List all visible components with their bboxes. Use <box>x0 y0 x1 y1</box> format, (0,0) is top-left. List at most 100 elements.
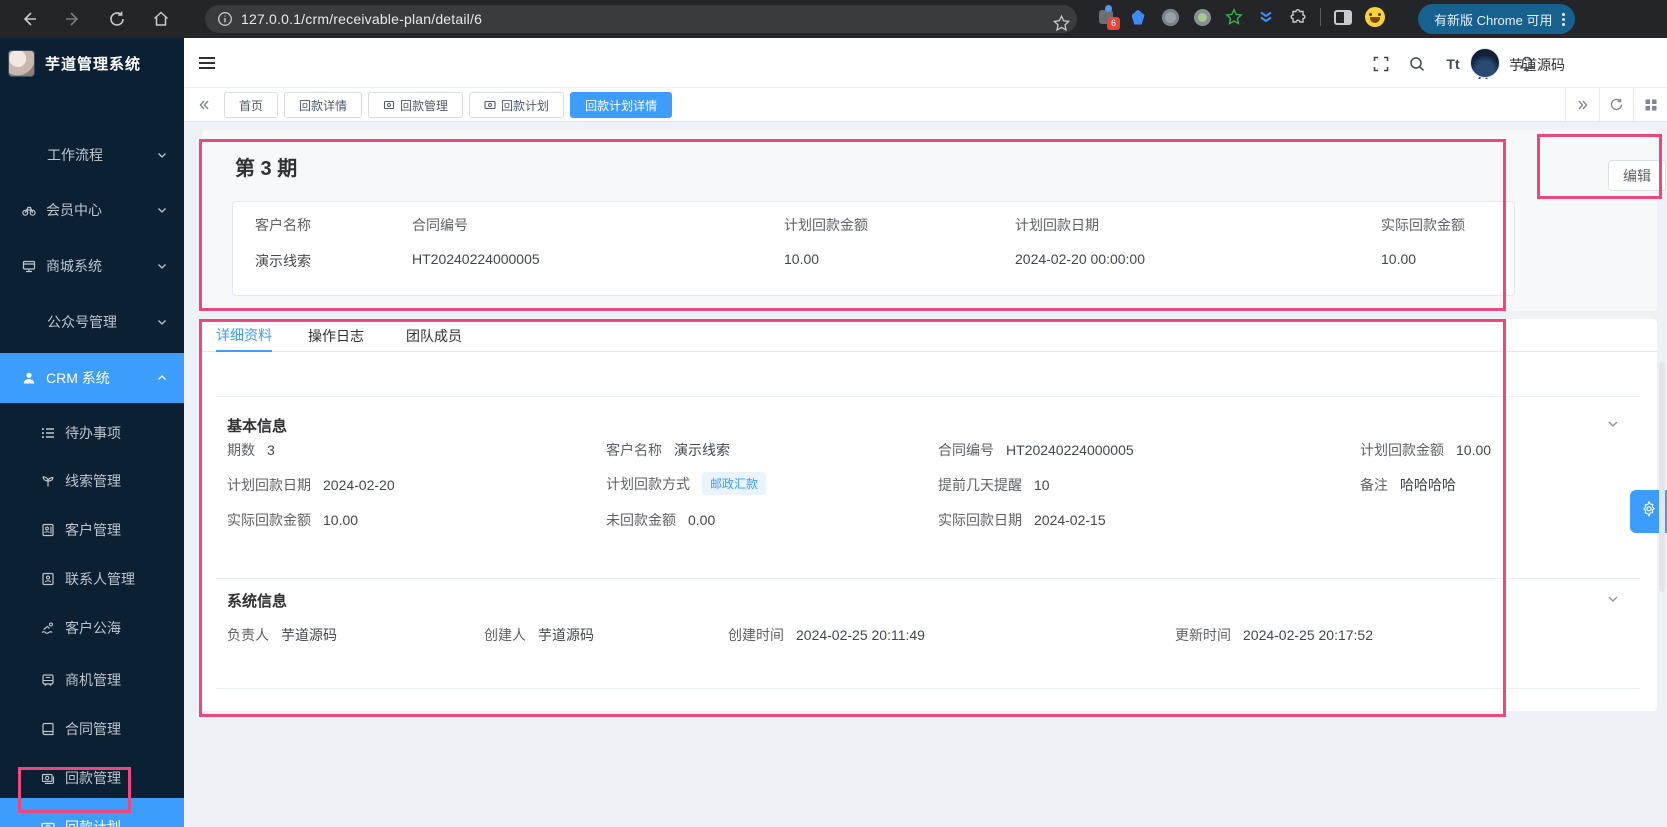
sidebar-item-member-center[interactable]: 会员中心 <box>0 188 184 232</box>
sidebar-item-customers[interactable]: 客户管理 <box>0 508 184 552</box>
payment-method-badge: 邮政汇款 <box>702 472 767 495</box>
sidebar-item-leads[interactable]: 线索管理 <box>0 459 184 503</box>
customer-book-icon <box>40 522 56 538</box>
basic-info-heading: 基本信息 <box>227 418 288 435</box>
menu-collapse-icon[interactable] <box>197 53 217 73</box>
collapse-chevron-down-icon[interactable] <box>1606 592 1620 606</box>
section-divider <box>216 578 1640 579</box>
tags-scroll-left-icon[interactable] <box>188 88 220 121</box>
todo-list-icon <box>40 425 56 441</box>
sidebar-item-public-pool[interactable]: 客户公海 <box>0 606 184 650</box>
extension-wheel-icon[interactable] <box>1160 7 1180 27</box>
sidebar-item-crm-system[interactable]: CRM 系统 <box>0 353 184 403</box>
tab-team-members[interactable]: 团队成员 <box>406 319 462 352</box>
summary-fields-box: 客户名称 演示线索 合同编号 HT20240224000005 计划回款金额 1… <box>232 201 1515 296</box>
bus-icon <box>40 672 56 688</box>
username[interactable]: 芋道源码 <box>1509 55 1565 75</box>
field-unpaid-amount: 未回款金额 0.00 <box>606 512 716 528</box>
tag-receivable-manage[interactable]: 回款管理 <box>368 92 464 118</box>
refresh-page-icon[interactable] <box>1599 88 1633 121</box>
page-title: 第 3 期 <box>235 158 298 180</box>
sidebar-item-receivables[interactable]: 回款管理 <box>0 756 184 800</box>
chrome-update-pill[interactable]: 有新版 Chrome 可用 <box>1418 4 1576 34</box>
summary-planned-amount: 计划回款金额 10.00 <box>784 217 868 267</box>
collapse-chevron-down-icon[interactable] <box>1606 417 1620 431</box>
browser-home-icon[interactable] <box>146 4 176 34</box>
field-payment-method: 计划回款方式 邮政汇款 <box>606 472 767 495</box>
address-bar[interactable]: 127.0.0.1/crm/receivable-plan/detail/6 <box>205 5 1077 33</box>
sidebar: 芋道管理系统 工作流程 会员中心 商城系统 公众号管理 CRM 系统 待办事项 … <box>0 38 184 827</box>
sidebar-item-official-account[interactable]: 公众号管理 <box>0 300 184 344</box>
money-receive-icon <box>383 99 395 111</box>
extensions-puzzle-icon[interactable] <box>1288 7 1308 27</box>
extension-balloon-icon[interactable] <box>1128 7 1148 27</box>
app-header: Tt 文A 芋道源码 <box>184 38 1667 88</box>
app-title: 芋道管理系统 <box>45 55 142 73</box>
logo-image <box>8 49 35 77</box>
field-remark: 备注 哈哈哈哈 <box>1360 477 1456 493</box>
edit-button[interactable]: 编辑 <box>1608 160 1666 191</box>
fullscreen-icon[interactable] <box>1370 53 1392 75</box>
field-planned-date: 计划回款日期 2024-02-20 <box>227 477 395 493</box>
swimmer-waves-icon <box>40 620 56 636</box>
chevron-down-icon <box>156 204 168 216</box>
user-avatar[interactable] <box>1470 48 1500 78</box>
extension-camera-icon[interactable] <box>1192 7 1212 27</box>
field-contract-no: 合同编号 HT20240224000005 <box>938 442 1134 458</box>
banknote-icon <box>40 819 56 827</box>
browser-back-icon[interactable] <box>14 4 44 34</box>
field-actual-date: 实际回款日期 2024-02-15 <box>938 512 1106 528</box>
chevron-down-icon <box>156 316 168 328</box>
tag-receivable-detail[interactable]: 回款详情 <box>284 92 363 118</box>
contact-book-icon <box>40 571 56 587</box>
app-logo: 芋道管理系统 <box>0 38 184 88</box>
field-creator: 创建人 芋道源码 <box>484 627 594 643</box>
extension-icon-with-badge[interactable]: 6 <box>1096 5 1120 30</box>
page-scrollbar[interactable] <box>1659 362 1665 592</box>
chevron-down-icon <box>156 260 168 272</box>
chevron-up-icon <box>156 372 168 384</box>
sidebar-item-receivable-plan[interactable]: 回款计划 <box>0 798 184 827</box>
field-customer-name: 客户名称 演示线索 <box>606 442 730 458</box>
field-remind-days: 提前几天提醒 10 <box>938 477 1050 493</box>
field-update-time: 更新时间 2024-02-25 20:17:52 <box>1175 627 1373 643</box>
sidebar-item-contracts[interactable]: 合同管理 <box>0 707 184 751</box>
sidebar-item-mall-system[interactable]: 商城系统 <box>0 244 184 288</box>
section-divider <box>216 688 1640 689</box>
field-create-time: 创建时间 2024-02-25 20:11:49 <box>728 627 925 643</box>
tag-receivable-plan[interactable]: 回款计划 <box>469 92 565 118</box>
tags-bar: 首页 回款详情 回款管理 回款计划 回款计划详情 <box>184 88 1667 122</box>
summary-customer-name: 客户名称 演示线索 <box>255 217 311 269</box>
tag-receivable-plan-detail[interactable]: 回款计划详情 <box>570 92 673 118</box>
tab-operation-log[interactable]: 操作日志 <box>308 319 364 352</box>
field-owner: 负责人 芋道源码 <box>227 627 337 643</box>
extension-star-icon[interactable] <box>1224 7 1244 27</box>
search-icon[interactable] <box>1406 53 1428 75</box>
side-panel-icon[interactable] <box>1333 7 1353 27</box>
toolbar-divider <box>1320 8 1321 26</box>
tab-detail-info[interactable]: 详细资料 <box>216 319 272 352</box>
browser-menu-kebab-icon[interactable] <box>1562 12 1566 26</box>
site-info-icon[interactable] <box>215 4 235 34</box>
section-divider <box>216 396 1640 397</box>
summary-contract-no: 合同编号 HT20240224000005 <box>412 217 540 267</box>
sidebar-item-opportunities[interactable]: 商机管理 <box>0 658 184 702</box>
font-size-icon[interactable]: Tt <box>1442 53 1464 75</box>
summary-actual-amount: 实际回款金额 10.00 <box>1381 217 1465 267</box>
bookmark-star-icon[interactable] <box>1046 8 1076 38</box>
sidebar-item-todo[interactable]: 待办事项 <box>0 411 184 455</box>
browser-toolbar: 127.0.0.1/crm/receivable-plan/detail/6 6 <box>0 0 1667 38</box>
tags-scroll-right-icon[interactable] <box>1565 88 1599 121</box>
browser-reload-icon[interactable] <box>102 4 132 34</box>
sidebar-item-workflow[interactable]: 工作流程 <box>0 133 184 177</box>
field-planned-amount: 计划回款金额 10.00 <box>1360 442 1492 458</box>
browser-forward-icon[interactable] <box>58 4 88 34</box>
member-icon <box>21 202 37 218</box>
summary-planned-date: 计划回款日期 2024-02-20 00:00:00 <box>1015 217 1145 267</box>
tag-home[interactable]: 首页 <box>224 92 279 118</box>
layout-grid-icon[interactable] <box>1633 88 1667 121</box>
profile-emoji-icon[interactable] <box>1365 7 1385 27</box>
sidebar-item-contacts[interactable]: 联系人管理 <box>0 557 184 601</box>
sprout-icon <box>40 473 56 489</box>
extension-chevrons-icon[interactable] <box>1256 7 1276 27</box>
